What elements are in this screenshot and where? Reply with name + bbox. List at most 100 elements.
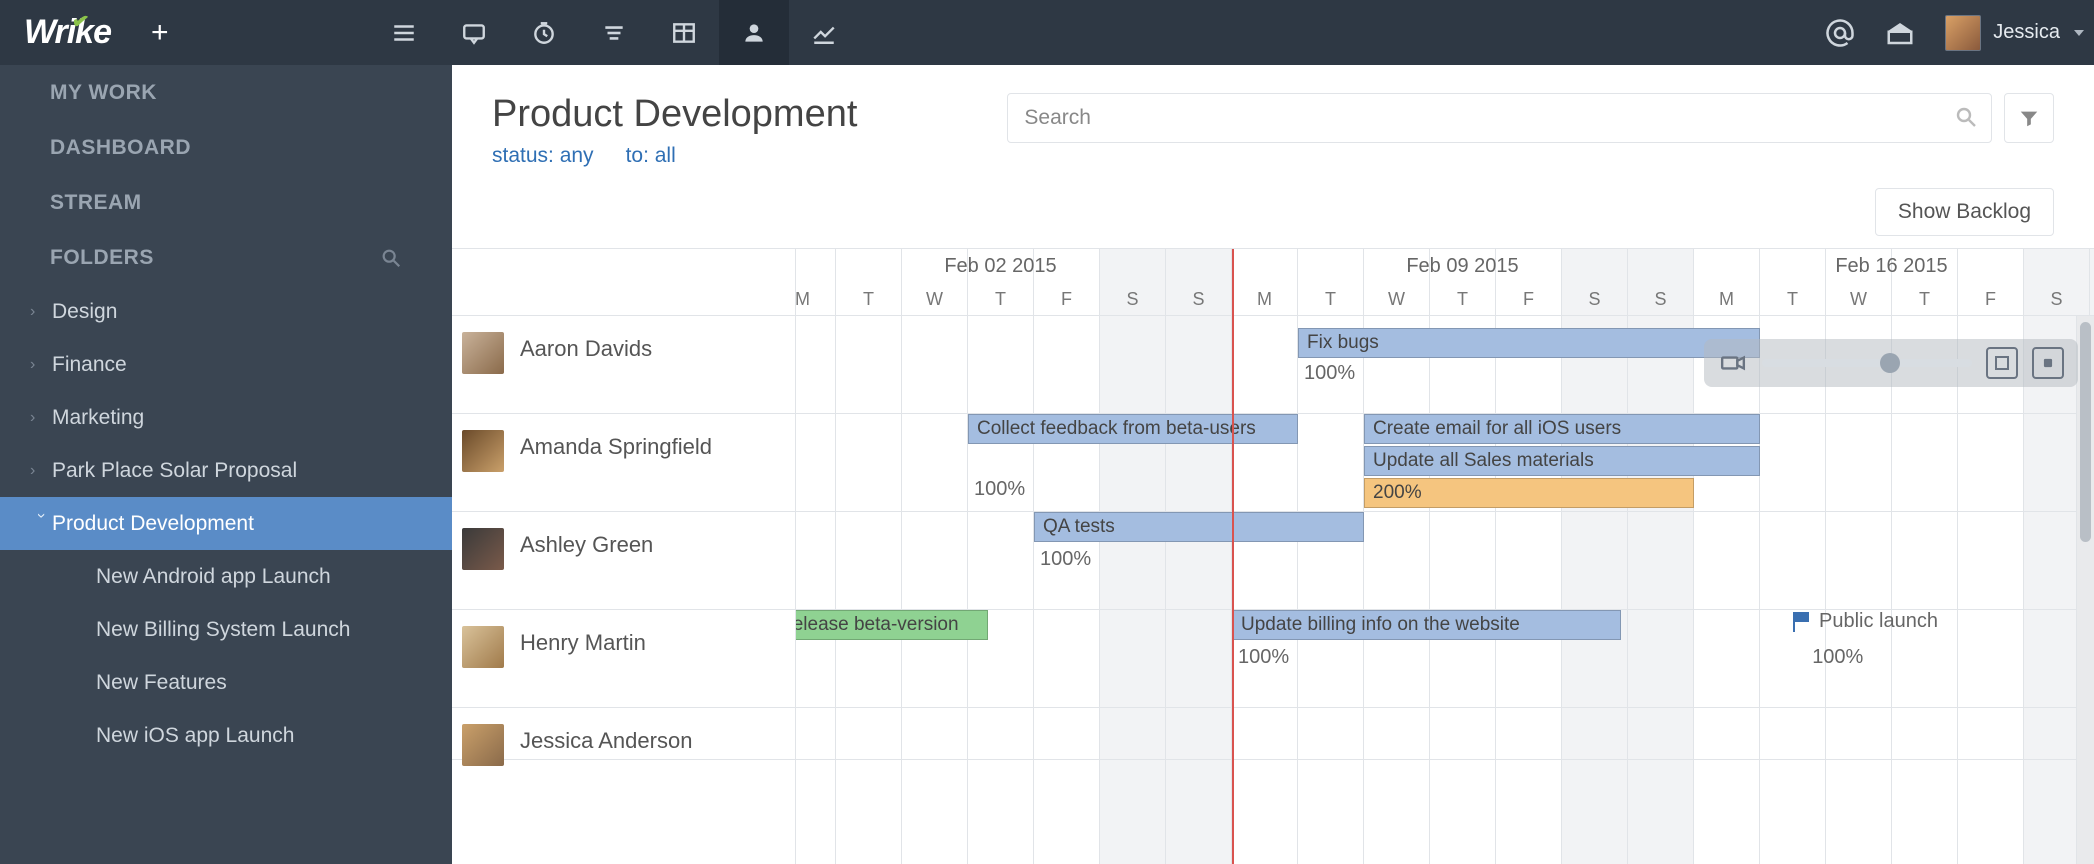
person-name: Amanda Springfield	[520, 428, 712, 460]
topbar: Wrike✔ + Jessica	[0, 0, 2094, 65]
assignee-filter[interactable]: to: all	[626, 144, 676, 168]
person-name: Aaron Davids	[520, 330, 652, 362]
day-header: T	[1430, 283, 1496, 316]
day-header: T	[1298, 283, 1364, 316]
sidebar-folders-label: FOLDERS	[50, 246, 154, 270]
chevron-down-icon	[2074, 30, 2084, 36]
user-avatar	[1945, 15, 1981, 51]
day-header: S	[1628, 283, 1694, 316]
status-filter[interactable]: status: any	[492, 144, 594, 168]
day-header: M	[1694, 283, 1760, 316]
day-header: F	[1496, 283, 1562, 316]
add-button[interactable]: +	[151, 16, 169, 50]
timelog-view-icon[interactable]	[509, 0, 579, 65]
flag-icon	[1793, 612, 1811, 632]
camera-icon[interactable]	[1718, 348, 1748, 378]
milestone[interactable]: Public launch	[1793, 610, 1938, 633]
screen-recorder-overlay	[1704, 339, 2078, 387]
day-header: S	[1100, 283, 1166, 316]
inbox-icon[interactable]	[1885, 18, 1915, 48]
task-bar[interactable]: Update billing info on the website	[1232, 610, 1621, 640]
day-header: T	[1892, 283, 1958, 316]
gantt-row: Release beta-version Update billing info …	[796, 610, 2094, 708]
view-switcher	[369, 0, 859, 65]
list-view-icon[interactable]	[369, 0, 439, 65]
folder-design[interactable]: ›Design	[0, 285, 452, 338]
wrike-logo[interactable]: Wrike✔	[24, 13, 111, 52]
person-row[interactable]: Amanda Springfield	[452, 414, 795, 512]
sidebar-stream[interactable]: STREAM	[0, 175, 452, 230]
subfolder-android-launch[interactable]: New Android app Launch	[0, 550, 452, 603]
chat-view-icon[interactable]	[439, 0, 509, 65]
sidebar-folders-header[interactable]: FOLDERS	[0, 230, 452, 285]
folder-label: Product Development	[52, 512, 254, 536]
main-panel: Product Development status: any to: all	[452, 65, 2094, 864]
search-input[interactable]	[1007, 93, 1992, 143]
person-name: Henry Martin	[520, 624, 646, 656]
day-header: M	[1232, 283, 1298, 316]
task-bar[interactable]: 200%	[1364, 478, 1694, 508]
subfolder-ios-launch[interactable]: New iOS app Launch	[0, 709, 452, 762]
board-view-icon[interactable]	[579, 0, 649, 65]
day-header: W	[1826, 283, 1892, 316]
load-percentage: 100%	[1238, 646, 1289, 669]
fullscreen-icon[interactable]	[1986, 347, 2018, 379]
folder-park-place[interactable]: ›Park Place Solar Proposal	[0, 444, 452, 497]
gantt-timeline[interactable]: Feb 02 2015MTWTFSSFeb 09 2015MTWTFSSFeb …	[796, 249, 2094, 864]
search-icon[interactable]	[1954, 105, 1978, 129]
day-header: T	[1760, 283, 1826, 316]
page-title: Product Development	[492, 93, 857, 136]
sidebar: MY WORK DASHBOARD STREAM FOLDERS ›Design…	[0, 65, 452, 864]
person-row[interactable]: Jessica Anderson	[452, 708, 795, 760]
sidebar-dashboard[interactable]: DASHBOARD	[0, 120, 452, 175]
vertical-scrollbar[interactable]	[2076, 316, 2094, 864]
folder-product-development[interactable]: ›Product Development	[0, 497, 452, 550]
day-header: T	[836, 283, 902, 316]
day-header: F	[1958, 283, 2024, 316]
day-header: S	[1562, 283, 1628, 316]
folder-marketing[interactable]: ›Marketing	[0, 391, 452, 444]
subfolder-billing-launch[interactable]: New Billing System Launch	[0, 603, 452, 656]
person-name: Jessica Anderson	[520, 722, 692, 754]
week-header: Feb 09 2015	[1232, 249, 1694, 283]
filter-button[interactable]	[2004, 93, 2054, 143]
recorder-slider[interactable]	[1762, 359, 1972, 367]
day-header: M	[796, 283, 836, 316]
analytics-view-icon[interactable]	[789, 0, 859, 65]
user-menu[interactable]: Jessica	[1945, 15, 2084, 51]
show-backlog-button[interactable]: Show Backlog	[1875, 188, 2054, 236]
day-header: F	[1034, 283, 1100, 316]
task-bar[interactable]: QA tests	[1034, 512, 1364, 542]
folder-label: Park Place Solar Proposal	[52, 459, 297, 483]
stop-icon[interactable]	[2032, 347, 2064, 379]
load-percentage: 100%	[1304, 362, 1355, 385]
workload-view-icon[interactable]	[719, 0, 789, 65]
mentions-icon[interactable]	[1825, 18, 1855, 48]
table-view-icon[interactable]	[649, 0, 719, 65]
task-bar[interactable]: Collect feedback from beta-users	[968, 414, 1298, 444]
folder-label: Finance	[52, 353, 127, 377]
folder-list: ›Design ›Finance ›Marketing ›Park Place …	[0, 285, 452, 772]
person-avatar	[462, 724, 504, 766]
sidebar-my-work[interactable]: MY WORK	[0, 65, 452, 120]
week-header: Feb 02 2015	[796, 249, 1232, 283]
person-avatar	[462, 626, 504, 668]
person-avatar	[462, 528, 504, 570]
person-row[interactable]: Henry Martin	[452, 610, 795, 708]
task-bar[interactable]: Create email for all iOS users	[1364, 414, 1760, 444]
day-header: W	[902, 283, 968, 316]
workload-gantt: Aaron Davids Amanda Springfield Ashley Gre…	[452, 248, 2094, 864]
person-row[interactable]: Ashley Green	[452, 512, 795, 610]
person-name: Ashley Green	[520, 526, 653, 558]
search-folders-icon[interactable]	[380, 247, 402, 269]
task-bar[interactable]: Update all Sales materials	[1364, 446, 1760, 476]
task-bar[interactable]: Fix bugs	[1298, 328, 1760, 358]
subfolder-new-features[interactable]: New Features	[0, 656, 452, 709]
person-row[interactable]: Aaron Davids	[452, 316, 795, 414]
load-percentage: 100%	[1040, 548, 1091, 571]
milestone-label: Public launch	[1819, 610, 1938, 633]
day-header: S	[2024, 283, 2090, 316]
folder-finance[interactable]: ›Finance	[0, 338, 452, 391]
load-percentage: 100%	[1812, 646, 1863, 669]
task-bar[interactable]: Release beta-version	[796, 610, 988, 640]
